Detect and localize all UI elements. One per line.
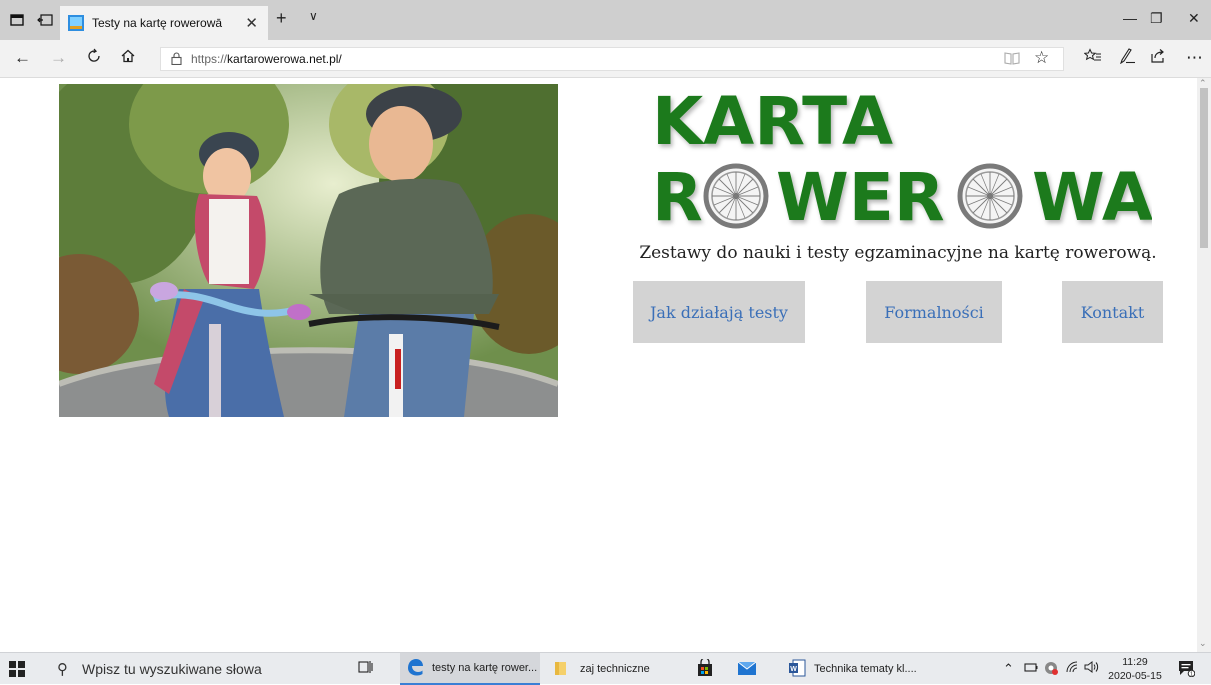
scroll-down-arrow-icon[interactable]: ⌄ [1199, 638, 1207, 649]
site-favicon-icon [68, 15, 84, 31]
logo-letters-wer: WER [776, 159, 945, 234]
bicycle-wheel-icon [960, 166, 1020, 226]
task-view-icon[interactable] [358, 659, 374, 679]
home-icon[interactable] [120, 48, 136, 69]
tab-active[interactable]: Testy na kartę rowerowā ✕ [60, 6, 268, 40]
svg-text:W: W [790, 666, 797, 673]
clock-time: 11:29 [1122, 656, 1148, 668]
tab-actions-icon[interactable] [4, 8, 30, 32]
set-aside-tabs-icon[interactable] [32, 8, 58, 32]
new-tab-button[interactable]: + [276, 8, 287, 29]
lock-icon [171, 52, 182, 68]
minimize-button[interactable]: — [1123, 10, 1137, 26]
site-tagline: Zestawy do nauki i testy egzaminacyjne n… [639, 243, 1157, 263]
logo-letters-wa: WA [1032, 159, 1152, 234]
taskbar-app-label: testy na kartę rower... [432, 662, 538, 674]
close-window-button[interactable]: ✕ [1188, 10, 1200, 27]
taskbar-app-word[interactable]: W Technika tematy kl.... [782, 653, 932, 685]
taskbar-app-explorer[interactable]: zaj techniczne [548, 653, 668, 685]
taskbar-search-box[interactable]: ⚲ Wpisz tu wyszukiwane słowa [45, 653, 345, 685]
taskbar-app-edge[interactable]: testy na kartę rower... [400, 653, 540, 685]
address-toolbar: ← → https:// kartarowerowa.net.pl/ ☆ ⋯ [0, 40, 1211, 78]
web-page: KARTA R WER WA Zestawy do nauki i testy … [0, 78, 1197, 652]
tab-close-icon[interactable]: ✕ [245, 14, 258, 32]
tab-title: Testy na kartę rowerowā [92, 16, 223, 30]
battery-icon[interactable] [1024, 661, 1038, 676]
restore-button[interactable]: ❐ [1150, 10, 1163, 27]
folder-icon [554, 660, 570, 679]
favorites-list-icon[interactable] [1083, 48, 1102, 69]
web-note-pen-icon[interactable] [1118, 48, 1136, 69]
forward-arrow-icon[interactable]: → [50, 48, 67, 68]
action-center-icon[interactable]: 1 [1177, 659, 1196, 681]
url-protocol: https:// [191, 52, 228, 66]
nav-button-jak-dzialaja-testy[interactable]: Jak działają testy [633, 281, 805, 343]
tab-preview-chevron-icon[interactable]: ∨ [309, 9, 318, 23]
volume-icon[interactable] [1084, 661, 1100, 676]
mail-icon[interactable] [737, 660, 757, 679]
refresh-icon[interactable] [86, 48, 102, 69]
more-options-icon[interactable]: ⋯ [1186, 48, 1203, 68]
site-logo[interactable]: KARTA R WER WA [652, 83, 1153, 236]
word-icon: W [788, 659, 806, 680]
chrome-notification-icon[interactable] [1044, 661, 1058, 678]
url-host: kartarowerowa.net.pl/ [227, 52, 342, 66]
favorite-star-icon[interactable]: ☆ [1034, 48, 1049, 68]
back-arrow-icon[interactable]: ← [14, 48, 31, 68]
clock-date: 2020-05-15 [1108, 670, 1162, 682]
svg-text:1: 1 [1190, 672, 1193, 677]
bicycle-wheel-icon [706, 166, 766, 226]
wifi-icon[interactable] [1066, 661, 1080, 676]
windows-taskbar: ⚲ Wpisz tu wyszukiwane słowa testy na ka… [0, 652, 1211, 685]
reading-view-icon[interactable] [1004, 50, 1020, 70]
logo-word-karta: KARTA [652, 84, 893, 160]
url-field[interactable]: https:// kartarowerowa.net.pl/ [160, 47, 1064, 71]
taskbar-app-label: zaj techniczne [580, 663, 650, 675]
system-clock[interactable]: 11:29 2020-05-15 [1106, 655, 1164, 683]
windows-start-icon[interactable] [8, 660, 26, 678]
store-icon[interactable] [696, 657, 714, 680]
browser-tab-bar: Testy na kartę rowerowā ✕ + ∨ — ❐ ✕ [0, 0, 1211, 40]
show-hidden-icons-chevron-icon[interactable]: ⌃ [1003, 661, 1014, 677]
search-icon: ⚲ [57, 661, 68, 678]
scrollbar-thumb[interactable] [1200, 88, 1208, 248]
nav-button-kontakt[interactable]: Kontakt [1062, 281, 1163, 343]
logo-letter-r: R [652, 159, 703, 234]
edge-browser-icon [406, 658, 424, 679]
taskbar-search-placeholder: Wpisz tu wyszukiwane słowa [82, 661, 262, 677]
nav-button-formalnosci[interactable]: Formalności [866, 281, 1002, 343]
taskbar-app-label: Technika tematy kl.... [814, 663, 917, 675]
share-icon[interactable] [1150, 48, 1166, 69]
hero-photo-kids-on-bikes [59, 84, 558, 417]
page-scrollbar[interactable]: ⌃ ⌄ [1197, 78, 1211, 652]
